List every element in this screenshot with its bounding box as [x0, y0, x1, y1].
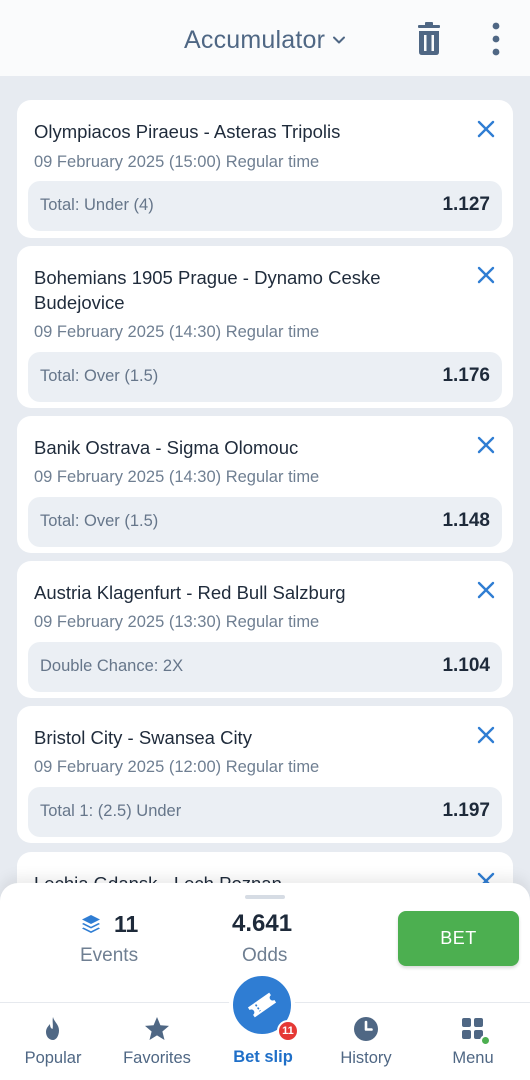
market-label: Total: Over (1.5): [40, 367, 159, 385]
nav-item-menu[interactable]: Menu: [423, 1003, 523, 1080]
match-teams: Banik Ostrava - Sigma Olomouc: [34, 437, 299, 458]
total-odds-value: 4.641: [232, 910, 293, 937]
events-label: Events: [80, 945, 139, 966]
flame-icon: [46, 1017, 59, 1040]
bet-slip-count-badge: 11: [277, 1020, 299, 1042]
nav-label: History: [340, 1049, 392, 1067]
market-label: Double Chance: 2X: [40, 657, 184, 675]
bet-card: Bristol City - Swansea City 09 February …: [17, 706, 513, 843]
market-odds: 1.176: [442, 365, 490, 386]
match-datetime: 09 February 2025 (15:00) Regular time: [34, 153, 320, 171]
match-teams: Bristol City - Swansea City: [34, 727, 252, 748]
star-icon: [145, 1017, 169, 1040]
market-row: Total: Over (1.5) 1.176: [28, 352, 502, 402]
bet-card: Lechia Gdansk - Lech Poznan: [17, 852, 513, 886]
market-row: Double Chance: 2X 1.104: [28, 642, 502, 692]
close-icon[interactable]: [476, 580, 496, 600]
bet-type-selector[interactable]: Accumulator: [184, 22, 347, 58]
bet-card: Banik Ostrava - Sigma Olomouc 09 Februar…: [17, 416, 513, 553]
nav-item-popular[interactable]: Popular: [3, 1003, 103, 1080]
kebab-menu-icon[interactable]: [486, 20, 506, 58]
nav-label: Popular: [24, 1049, 82, 1067]
market-row: Total 1: (2.5) Under 1.197: [28, 787, 502, 837]
total-odds-label: Odds: [242, 945, 288, 966]
drag-handle[interactable]: [245, 895, 285, 899]
market-odds: 1.104: [442, 655, 490, 676]
bet-card: Olympiacos Piraeus - Asteras Tripolis 09…: [17, 100, 513, 238]
match-datetime: 09 February 2025 (13:30) Regular time: [34, 613, 320, 631]
layers-icon: [82, 915, 100, 933]
match-teams: Austria Klagenfurt - Red Bull Salzburg: [34, 582, 346, 603]
market-label: Total 1: (2.5) Under: [40, 802, 182, 820]
market-label: Total: Over (1.5): [40, 512, 159, 530]
chevron-down-icon: [333, 36, 346, 44]
market-odds: 1.127: [442, 194, 490, 215]
events-counter: 11: [80, 910, 150, 938]
nav-item-favorites[interactable]: Favorites: [107, 1003, 207, 1080]
market-label: Total: Under (4): [40, 196, 154, 214]
close-icon[interactable]: [476, 435, 496, 455]
trash-icon[interactable]: [414, 22, 444, 56]
market-odds: 1.197: [442, 800, 490, 821]
page-title: Accumulator: [184, 25, 326, 54]
close-icon[interactable]: [476, 119, 496, 139]
ticket-icon: [247, 992, 277, 1018]
market-row: Total: Over (1.5) 1.148: [28, 497, 502, 547]
events-count: 11: [114, 910, 139, 937]
close-icon[interactable]: [476, 265, 496, 285]
app-header: Accumulator: [0, 0, 530, 76]
bet-card: Bohemians 1905 Prague - Dynamo Ceske Bud…: [17, 246, 513, 408]
bet-card: Austria Klagenfurt - Red Bull Salzburg 0…: [17, 561, 513, 698]
notification-dot: [480, 1035, 491, 1046]
match-teams: Bohemians 1905 Prague - Dynamo Ceske Bud…: [34, 267, 381, 313]
market-odds: 1.148: [442, 510, 490, 531]
match-datetime: 09 February 2025 (14:30) Regular time: [34, 323, 320, 341]
nav-label: Menu: [452, 1049, 494, 1067]
clock-icon: [354, 1017, 378, 1041]
match-datetime: 09 February 2025 (12:00) Regular time: [34, 758, 320, 776]
bet-list[interactable]: Olympiacos Piraeus - Asteras Tripolis 09…: [0, 76, 530, 886]
place-bet-button[interactable]: BET: [398, 911, 519, 966]
match-datetime: 09 February 2025 (14:30) Regular time: [34, 468, 320, 486]
close-icon[interactable]: [476, 725, 496, 745]
market-row: Total: Under (4) 1.127: [28, 181, 502, 231]
match-teams: Olympiacos Piraeus - Asteras Tripolis: [34, 121, 341, 142]
nav-label-bet-slip[interactable]: Bet slip: [213, 1048, 313, 1067]
nav-item-history[interactable]: History: [316, 1003, 416, 1080]
nav-label: Favorites: [123, 1049, 191, 1067]
